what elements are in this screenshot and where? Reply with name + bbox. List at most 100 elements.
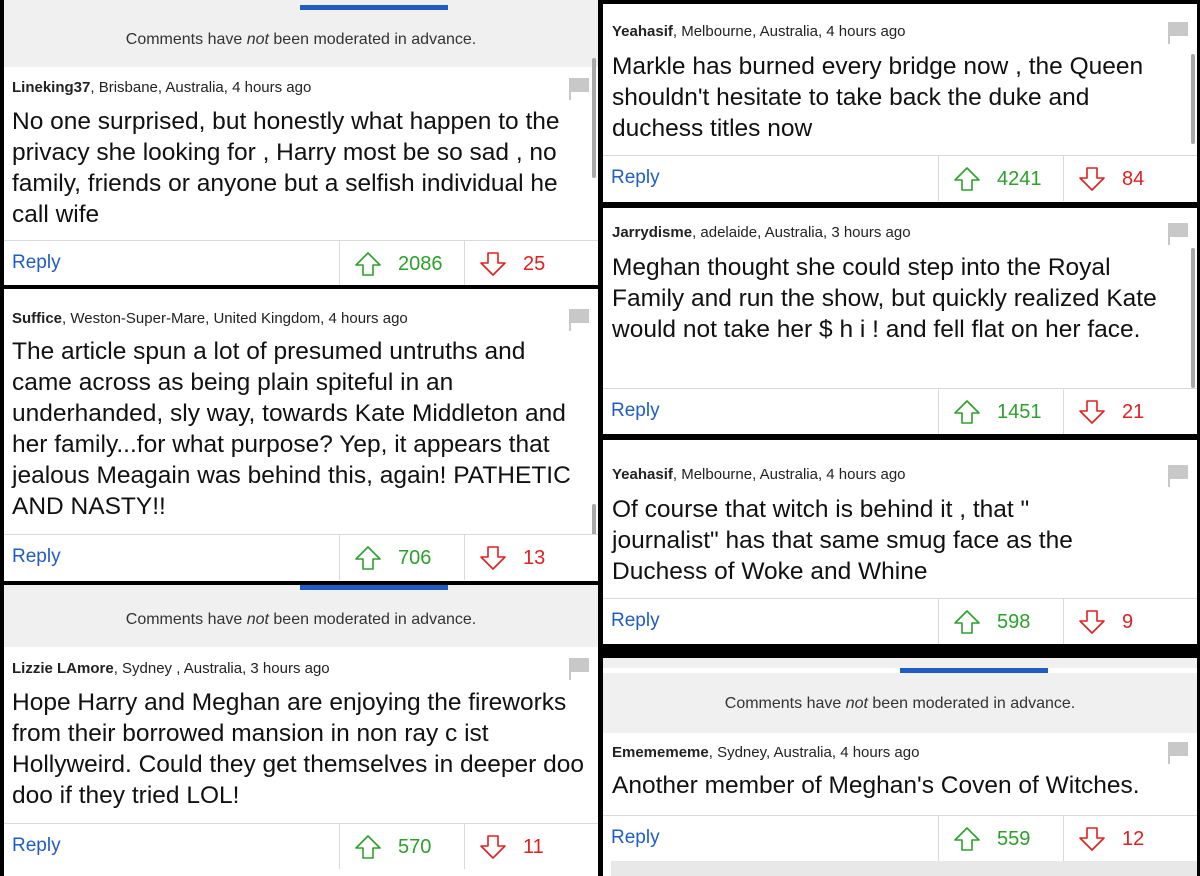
comment-panel-3: Comments have not been moderated in adva… (4, 585, 598, 876)
downvote-count: 11 (523, 836, 544, 858)
upvote-count: 570 (398, 836, 432, 858)
reply-button[interactable]: Reply (611, 400, 660, 422)
downvote-count: 84 (1122, 168, 1145, 190)
username[interactable]: Yeahasif (612, 23, 673, 40)
downvote-button[interactable]: 13 (464, 535, 565, 580)
comment-panel-2: Suffice, Weston-Super-Mare, United Kingd… (4, 289, 598, 581)
username[interactable]: Lizzie LAmore (12, 660, 114, 677)
flag-icon[interactable] (1168, 22, 1188, 44)
location-time: , Sydney , Australia, 3 hours ago (113, 660, 330, 677)
comment-actions: Reply 598 9 (603, 598, 1197, 644)
comment-text: The article spun a lot of presumed untru… (12, 338, 571, 520)
comment-meta: Ememememe, Sydney, Australia, 4 hours ag… (612, 744, 919, 761)
upvote-button[interactable]: 559 (938, 816, 1064, 861)
location-time: , Brisbane, Australia, 4 hours ago (90, 79, 312, 96)
comment-text: No one surprised, but honestly what happ… (12, 108, 560, 228)
location-time: , Sydney, Australia, 4 hours ago (708, 744, 920, 761)
comment-actions: Reply 706 13 (4, 534, 598, 580)
arrow-up-icon (355, 546, 381, 570)
comment-actions: Reply 4241 84 (603, 155, 1197, 201)
downvote-button[interactable]: 84 (1063, 156, 1164, 201)
downvote-count: 9 (1122, 611, 1134, 633)
flag-icon[interactable] (1168, 742, 1188, 764)
flag-icon[interactable] (1168, 223, 1188, 245)
moderation-notice: Comments have not been moderated in adva… (603, 673, 1197, 733)
comment-panel-5: Jarrydisme, adelaide, Australia, 3 hours… (603, 208, 1197, 434)
comment-text: Another member of Meghan's Coven of Witc… (612, 772, 1140, 799)
flag-icon[interactable] (569, 309, 589, 331)
reply-button[interactable]: Reply (611, 827, 660, 849)
username[interactable]: Jarrydisme (612, 224, 692, 241)
downvote-button[interactable]: 12 (1063, 816, 1164, 861)
location-time: , Melbourne, Australia, 4 hours ago (672, 466, 906, 483)
upvote-count: 2086 (398, 253, 443, 275)
reply-button[interactable]: Reply (12, 835, 61, 857)
upvote-button[interactable]: 1451 (938, 389, 1064, 434)
flag-icon[interactable] (569, 658, 589, 680)
upvote-button[interactable]: 706 (339, 535, 465, 580)
arrow-down-icon (480, 546, 506, 570)
scrollbar[interactable] (1191, 54, 1195, 144)
comment-panel-4: Yeahasif, Melbourne, Australia, 4 hours … (603, 4, 1197, 202)
reply-button[interactable]: Reply (12, 252, 61, 274)
downvote-count: 13 (523, 547, 546, 569)
comment-panel-1: Comments have not been moderated in adva… (4, 0, 598, 285)
downvote-button[interactable]: 21 (1063, 389, 1164, 434)
location-time: , Melbourne, Australia, 4 hours ago (672, 23, 906, 40)
arrow-down-icon (480, 252, 506, 276)
downvote-count: 12 (1122, 828, 1145, 850)
upvote-button[interactable]: 4241 (938, 156, 1064, 201)
upvote-count: 706 (398, 547, 432, 569)
upvote-button[interactable]: 2086 (339, 241, 465, 285)
username[interactable]: Suffice (12, 310, 62, 327)
comment-meta: Lizzie LAmore, Sydney , Australia, 3 hou… (12, 660, 330, 677)
moderation-notice: Comments have not been moderated in adva… (4, 10, 598, 67)
scrollbar[interactable] (1191, 248, 1195, 388)
downvote-count: 25 (523, 253, 546, 275)
arrow-down-icon (1079, 167, 1105, 191)
comment-actions: Reply 570 11 (4, 823, 598, 869)
arrow-up-icon (954, 167, 980, 191)
arrow-down-icon (1079, 400, 1105, 424)
downvote-button[interactable]: 11 (464, 824, 565, 869)
comment-text: Hope Harry and Meghan are enjoying the f… (12, 689, 584, 809)
username[interactable]: Lineking37 (12, 79, 90, 96)
comment-meta: Yeahasif, Melbourne, Australia, 4 hours … (612, 466, 906, 483)
upvote-button[interactable]: 570 (339, 824, 465, 869)
reply-button[interactable]: Reply (611, 610, 660, 632)
arrow-down-icon (1079, 610, 1105, 634)
comment-actions: Reply 2086 25 (4, 240, 598, 285)
reply-button[interactable]: Reply (611, 167, 660, 189)
bottom-strip (611, 861, 1197, 876)
comment-actions: Reply 559 12 (603, 815, 1197, 861)
location-time: , adelaide, Australia, 3 hours ago (692, 224, 911, 241)
flag-icon[interactable] (569, 78, 589, 100)
upvote-count: 598 (997, 611, 1031, 633)
username[interactable]: Ememememe (612, 744, 709, 761)
comment-actions: Reply 1451 21 (603, 388, 1197, 434)
comment-text: Of course that witch is behind it , that… (612, 496, 1073, 585)
downvote-button[interactable]: 9 (1063, 599, 1164, 644)
scrollbar[interactable] (592, 58, 596, 178)
top-strip (603, 658, 1197, 668)
upvote-button[interactable]: 598 (938, 599, 1064, 644)
comment-meta: Jarrydisme, adelaide, Australia, 3 hours… (612, 224, 911, 241)
comment-text: Meghan thought she could step into the R… (612, 254, 1157, 343)
reply-button[interactable]: Reply (12, 546, 61, 568)
username[interactable]: Yeahasif (612, 466, 673, 483)
upvote-count: 559 (997, 828, 1031, 850)
accent-line (300, 585, 448, 590)
upvote-count: 4241 (997, 168, 1042, 190)
downvote-button[interactable]: 25 (464, 241, 565, 285)
location-time: , Weston-Super-Mare, United Kingdom, 4 h… (62, 310, 408, 327)
arrow-up-icon (954, 400, 980, 424)
comment-meta: Suffice, Weston-Super-Mare, United Kingd… (12, 310, 408, 327)
comment-meta: Yeahasif, Melbourne, Australia, 4 hours … (612, 23, 906, 40)
arrow-up-icon (355, 835, 381, 859)
comment-text: Markle has burned every bridge now , the… (612, 53, 1144, 142)
arrow-down-icon (480, 835, 506, 859)
comment-meta: Lineking37, Brisbane, Australia, 4 hours… (12, 79, 311, 96)
flag-icon[interactable] (1168, 465, 1188, 487)
comment-panel-6: Yeahasif, Melbourne, Australia, 4 hours … (603, 440, 1197, 644)
arrow-up-icon (954, 610, 980, 634)
